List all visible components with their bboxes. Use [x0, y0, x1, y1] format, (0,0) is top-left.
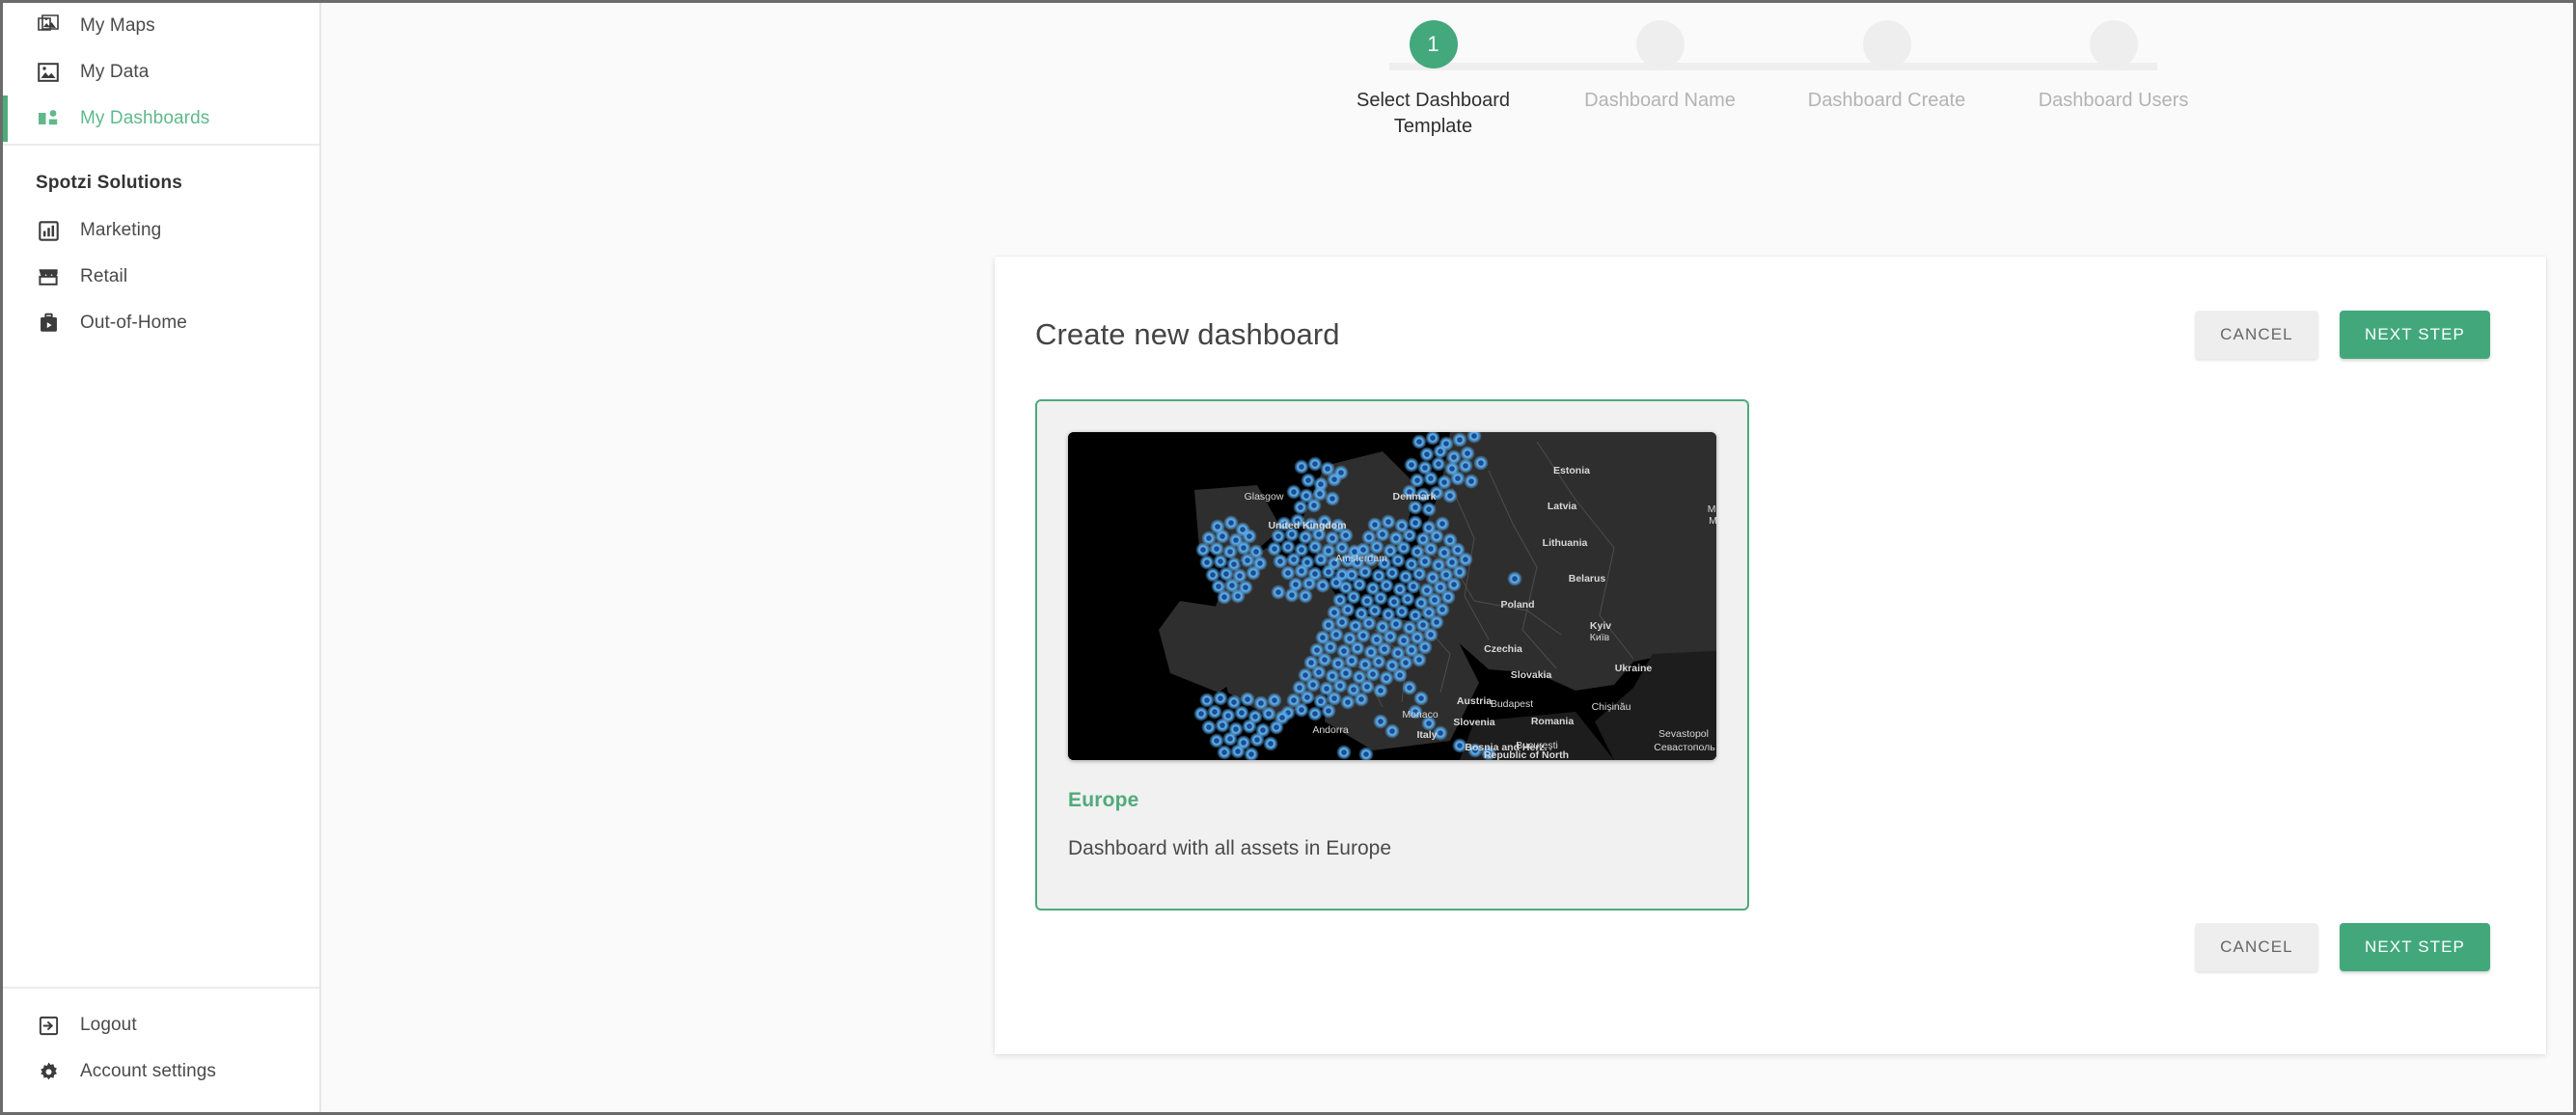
stepper-step-3[interactable]: Dashboard Create: [1773, 20, 2000, 140]
sidebar-primary-group: My Maps My Data My Dashboards: [3, 3, 319, 146]
gear-icon: [36, 1059, 61, 1084]
map-label: Budapest: [1491, 698, 1533, 710]
map-label: United Kingdom: [1268, 520, 1346, 531]
sidebar-section-title: Spotzi Solutions: [36, 173, 183, 193]
sidebar-item-label: Retail: [80, 266, 128, 286]
sidebar: My Maps My Data My Dashboards Spotzi Sol…: [3, 3, 321, 1112]
stepper-label-2: Dashboard Name: [1584, 90, 1736, 111]
cancel-button-top[interactable]: CANCEL: [2194, 311, 2318, 359]
template-card-europe[interactable]: Estonia Latvia Lithuania Belarus Poland …: [1035, 399, 1749, 911]
sidebar-item-retail[interactable]: Retail: [3, 254, 319, 300]
sidebar-footer-group: Logout Account settings: [3, 987, 319, 1112]
map-label: Denmark: [1393, 491, 1437, 503]
sidebar-item-my-maps[interactable]: My Maps: [3, 3, 319, 49]
map-label: Latvia: [1548, 501, 1577, 512]
map-label: Austria: [1457, 695, 1492, 707]
logout-icon: [36, 1013, 61, 1038]
create-dashboard-panel: Create new dashboard CANCEL NEXT STEP Es…: [995, 257, 2546, 1054]
sidebar-item-label: Out-of-Home: [80, 313, 187, 333]
data-icon: [36, 60, 61, 85]
map-label: Italy: [1416, 729, 1437, 741]
map-label: Slovakia: [1511, 669, 1552, 681]
map-label: Kyiv: [1590, 620, 1611, 632]
map-label: Republic of North: [1484, 749, 1569, 760]
sidebar-item-label: Marketing: [80, 220, 162, 240]
stepper-step-4[interactable]: Dashboard Users: [2000, 20, 2227, 140]
chart-icon: [36, 218, 61, 243]
sidebar-item-label: Logout: [80, 1015, 137, 1035]
map-label: Estonia: [1553, 465, 1590, 476]
main-content: 1 Select Dashboard Template Dashboard Na…: [321, 3, 2573, 1112]
sidebar-item-my-data[interactable]: My Data: [3, 49, 319, 95]
panel-footer-actions: CANCEL NEXT STEP: [2194, 923, 2490, 971]
stepper-step-2[interactable]: Dashboard Name: [1547, 20, 1773, 140]
stepper-dot-2: [1635, 20, 1685, 68]
map-label: Ukraine: [1615, 663, 1653, 674]
stepper-label-3: Dashboard Create: [1807, 90, 1966, 111]
sidebar-item-out-of-home[interactable]: Out-of-Home: [3, 300, 319, 346]
map-label: Chișinău: [1592, 701, 1631, 713]
map-thumbnail-svg: Estonia Latvia Lithuania Belarus Poland …: [1068, 432, 1716, 760]
page-title: Create new dashboard: [1035, 317, 1340, 351]
sidebar-item-label: Account settings: [80, 1061, 217, 1081]
map-label: Andorra: [1312, 724, 1349, 736]
sidebar-item-label: My Dashboards: [80, 108, 210, 128]
panel-header-actions: CANCEL NEXT STEP: [2194, 311, 2490, 359]
next-step-button-top[interactable]: NEXT STEP: [2339, 311, 2490, 359]
map-label: Москва: [1709, 515, 1716, 527]
sidebar-item-logout[interactable]: Logout: [3, 1002, 319, 1048]
stepper-label-1: Select Dashboard Template: [1357, 90, 1510, 137]
map-label: Lithuania: [1543, 537, 1588, 549]
stepper-label-4: Dashboard Users: [2038, 90, 2189, 111]
map-label: Севастополь: [1654, 742, 1715, 753]
map-label: Monaco: [1402, 709, 1439, 721]
sidebar-item-label: My Maps: [80, 15, 155, 36]
panel-header: Create new dashboard CANCEL NEXT STEP: [995, 257, 2546, 359]
stepper-dot-4: [2089, 20, 2138, 68]
app-window: My Maps My Data My Dashboards Spotzi Sol…: [0, 0, 2576, 1115]
sidebar-item-account-settings[interactable]: Account settings: [3, 1048, 319, 1095]
dashboards-icon: [36, 106, 61, 131]
template-name: Europe: [1068, 789, 1139, 811]
map-label: Київ: [1590, 632, 1610, 643]
map-label: Moscow: [1708, 503, 1716, 515]
sidebar-solutions-group: Marketing Retail Out-of-Home: [3, 207, 319, 346]
template-list: Estonia Latvia Lithuania Belarus Poland …: [995, 359, 2546, 911]
map-label: Amsterdam: [1335, 553, 1387, 564]
store-icon: [36, 264, 61, 289]
sidebar-item-label: My Data: [80, 62, 150, 82]
map-label: Slovenia: [1453, 717, 1494, 728]
template-description: Dashboard with all assets in Europe: [1068, 837, 1392, 859]
wizard-stepper: 1 Select Dashboard Template Dashboard Na…: [1320, 20, 2227, 146]
stepper-dot-3: [1862, 20, 1911, 68]
map-label: Stockholm: [1398, 432, 1450, 435]
cancel-button-bottom[interactable]: CANCEL: [2194, 923, 2318, 971]
next-step-button-bottom[interactable]: NEXT STEP: [2339, 923, 2490, 971]
briefcase-icon: [36, 311, 61, 336]
template-thumbnail-map: Estonia Latvia Lithuania Belarus Poland …: [1068, 432, 1716, 760]
stepper-dot-1: 1: [1409, 20, 1458, 68]
map-label: Czechia: [1484, 643, 1522, 655]
map-label: Romania: [1531, 716, 1575, 727]
stepper-step-1[interactable]: 1 Select Dashboard Template: [1320, 20, 1547, 140]
map-label: Belarus: [1569, 573, 1606, 585]
map-label: Sevastopol: [1658, 728, 1709, 740]
sidebar-item-my-dashboards[interactable]: My Dashboards: [3, 95, 319, 142]
maps-icon: [36, 14, 61, 39]
sidebar-item-marketing[interactable]: Marketing: [3, 207, 319, 254]
map-label: Glasgow: [1245, 491, 1284, 503]
map-label: Poland: [1500, 599, 1534, 611]
